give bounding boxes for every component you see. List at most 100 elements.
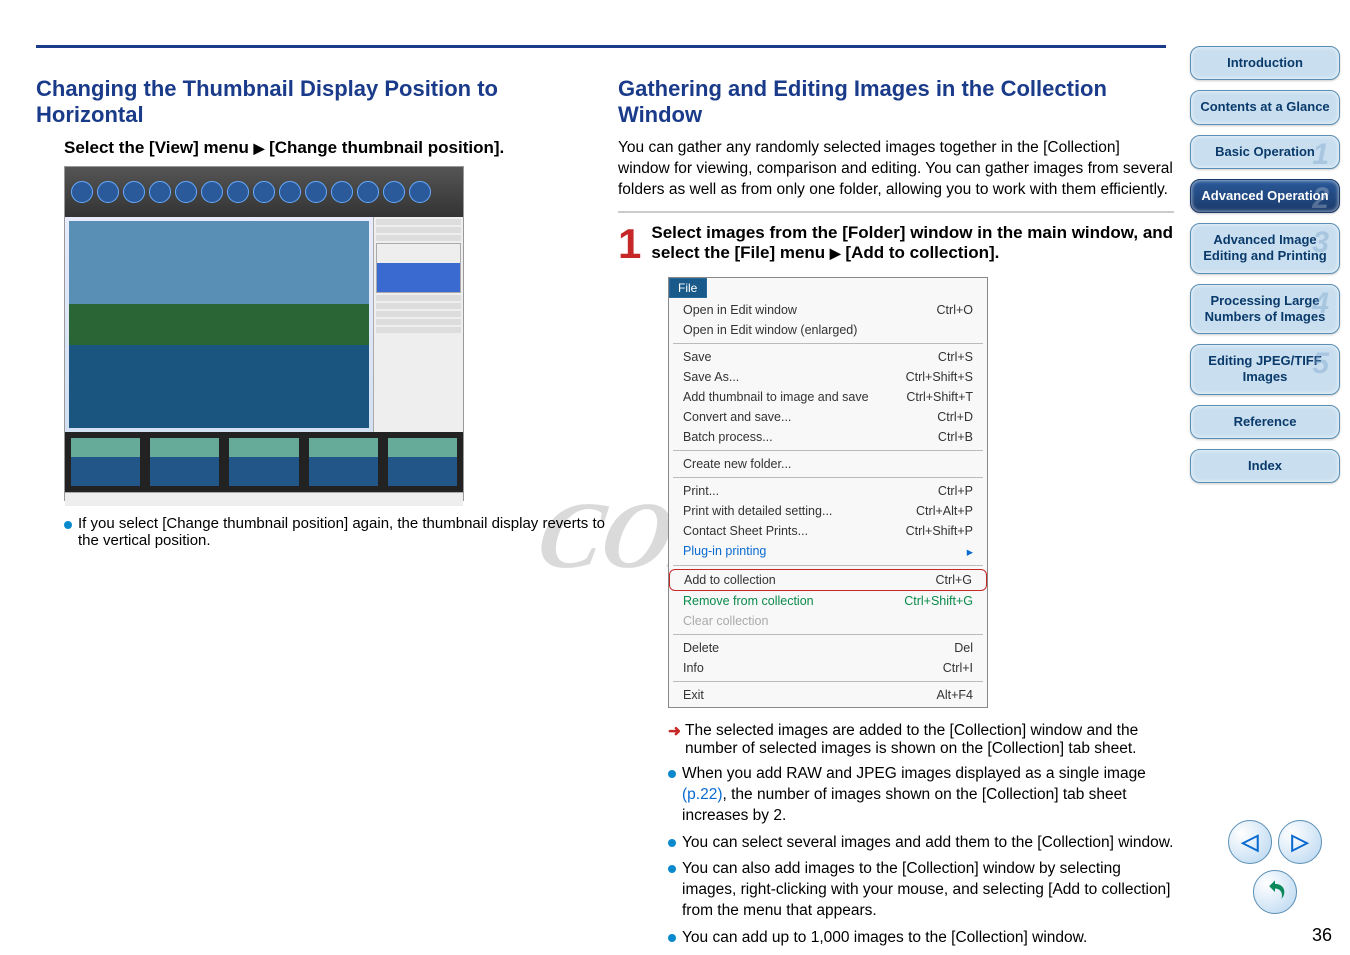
thumbnail-strip <box>65 432 463 492</box>
histogram <box>376 243 461 293</box>
menu-add-thumb-save: Add thumbnail to image and saveCtrl+Shif… <box>669 387 987 407</box>
triangle-icon: ▶ <box>830 245 841 261</box>
result-text: The selected images are added to the [Co… <box>685 722 1174 758</box>
nav-editing-jpeg-tiff[interactable]: Editing JPEG/TIFF Images5 <box>1190 344 1340 395</box>
heading-thumbnail-position: Changing the Thumbnail Display Position … <box>36 76 606 128</box>
menu-clear-collection: Clear collection <box>669 611 987 631</box>
left-column: Changing the Thumbnail Display Position … <box>36 76 606 549</box>
thumb <box>150 438 219 486</box>
instr-part-b: [Change thumbnail position]. <box>264 138 504 157</box>
nav-reference[interactable]: Reference <box>1190 405 1340 439</box>
nav-advanced-operation[interactable]: Advanced Operation2 <box>1190 179 1340 213</box>
toolbar-icon <box>409 181 431 203</box>
toolbar-icon <box>383 181 405 203</box>
heading-collection-window: Gathering and Editing Images in the Coll… <box>618 76 1174 128</box>
toolbar-icon <box>357 181 379 203</box>
toolbar-icon <box>305 181 327 203</box>
note-select-several: You can select several images and add th… <box>668 833 1174 854</box>
menu-add-collection-highlighted: Add to collectionCtrl+G <box>669 569 987 591</box>
note-revert: If you select [Change thumbnail position… <box>64 515 606 549</box>
toolbar-icon <box>331 181 353 203</box>
step-1: 1 Select images from the [Folder] window… <box>618 223 1174 271</box>
b1b: , the number of images shown on the [Col… <box>682 786 1127 824</box>
status-bar <box>65 492 463 506</box>
menu-print-detailed: Print with detailed setting...Ctrl+Alt+P <box>669 501 987 521</box>
file-menu-screenshot: File Open in Edit windowCtrl+O Open in E… <box>668 277 988 708</box>
thumb <box>309 438 378 486</box>
menu-new-folder: Create new folder... <box>669 454 987 474</box>
nav-advanced-editing[interactable]: Advanced Image Editing and Printing3 <box>1190 223 1340 274</box>
section-divider <box>618 211 1174 213</box>
next-page-button[interactable]: ▷ <box>1278 820 1322 864</box>
menu-print: Print...Ctrl+P <box>669 481 987 501</box>
toolbar-icon <box>123 181 145 203</box>
instr-part-a: Select the [View] menu <box>64 138 254 157</box>
note-right-click: You can also add images to the [Collecti… <box>668 859 1174 922</box>
link-p22[interactable]: (p.22) <box>682 786 723 803</box>
toolbar-icon <box>71 181 93 203</box>
bullet-icon <box>668 934 676 942</box>
b1a: When you add RAW and JPEG images display… <box>682 765 1146 782</box>
toolbar-icon <box>149 181 171 203</box>
thumb <box>71 438 140 486</box>
toolbar-icon <box>97 181 119 203</box>
toolbar-icon <box>279 181 301 203</box>
menu-exit: ExitAlt+F4 <box>669 685 987 705</box>
menu-save-as: Save As...Ctrl+Shift+S <box>669 367 987 387</box>
file-menu-tab: File <box>669 278 707 298</box>
chapter-sidebar: Introduction Contents at a Glance Basic … <box>1190 46 1340 483</box>
page-number: 36 <box>1312 925 1332 946</box>
triangle-icon: ▶ <box>254 140 265 156</box>
menu-open-edit: Open in Edit windowCtrl+O <box>669 300 987 320</box>
note-limit-1000: You can add up to 1,000 images to the [C… <box>668 928 1174 949</box>
menu-convert-save: Convert and save...Ctrl+D <box>669 407 987 427</box>
prev-page-button[interactable]: ◁ <box>1228 820 1272 864</box>
preview-photo <box>69 221 369 428</box>
nav-basic-operation[interactable]: Basic Operation1 <box>1190 135 1340 169</box>
toolbar-icon <box>175 181 197 203</box>
toolbar-icon <box>253 181 275 203</box>
menu-remove-collection: Remove from collectionCtrl+Shift+G <box>669 591 987 611</box>
bullet-icon <box>668 865 676 873</box>
nav-contents[interactable]: Contents at a Glance <box>1190 90 1340 124</box>
note-raw-jpeg: When you add RAW and JPEG images display… <box>668 764 1174 827</box>
b4: You can add up to 1,000 images to the [C… <box>682 928 1087 949</box>
intro-collection: You can gather any randomly selected ima… <box>618 138 1174 201</box>
menu-delete: DeleteDel <box>669 638 987 658</box>
menu-open-enlarged: Open in Edit window (enlarged) <box>669 320 987 340</box>
bullet-icon <box>64 521 72 529</box>
nav-index[interactable]: Index <box>1190 449 1340 483</box>
menu-contact-sheet: Contact Sheet Prints...Ctrl+Shift+P <box>669 521 987 541</box>
top-rule <box>36 45 1166 48</box>
bullet-icon <box>668 839 676 847</box>
instruction-view-menu: Select the [View] menu ▶ [Change thumbna… <box>64 138 606 158</box>
menu-info: InfoCtrl+I <box>669 658 987 678</box>
return-button[interactable] <box>1253 870 1297 914</box>
screenshot-dpp-window <box>64 166 464 501</box>
page-nav-controls: ◁ ▷ <box>1228 820 1322 914</box>
return-icon <box>1261 878 1289 906</box>
menu-batch: Batch process...Ctrl+B <box>669 427 987 447</box>
nav-large-numbers[interactable]: Processing Large Numbers of Images4 <box>1190 284 1340 335</box>
nav-introduction[interactable]: Introduction <box>1190 46 1340 80</box>
note-text: If you select [Change thumbnail position… <box>78 515 606 549</box>
toolbar-icon <box>201 181 223 203</box>
arrow-icon: ➜ <box>668 722 681 758</box>
notes-list: When you add RAW and JPEG images display… <box>668 764 1174 949</box>
thumb <box>229 438 298 486</box>
right-column: Gathering and Editing Images in the Coll… <box>618 76 1174 955</box>
step-1-instruction: Select images from the [Folder] window i… <box>651 223 1174 263</box>
step-number: 1 <box>618 223 641 271</box>
bullet-icon <box>668 770 676 778</box>
screenshot-main <box>65 217 463 432</box>
menu-plugin-printing: Plug-in printing▸ <box>669 541 987 562</box>
menu-save: SaveCtrl+S <box>669 347 987 367</box>
b3: You can also add images to the [Collecti… <box>682 859 1174 922</box>
toolbar-icon <box>227 181 249 203</box>
screenshot-toolbar <box>65 167 463 217</box>
thumb <box>388 438 457 486</box>
step1-b: [Add to collection]. <box>841 243 1000 262</box>
adjustment-panel <box>373 217 463 432</box>
b2: You can select several images and add th… <box>682 833 1173 854</box>
result-note: ➜ The selected images are added to the [… <box>668 722 1174 758</box>
